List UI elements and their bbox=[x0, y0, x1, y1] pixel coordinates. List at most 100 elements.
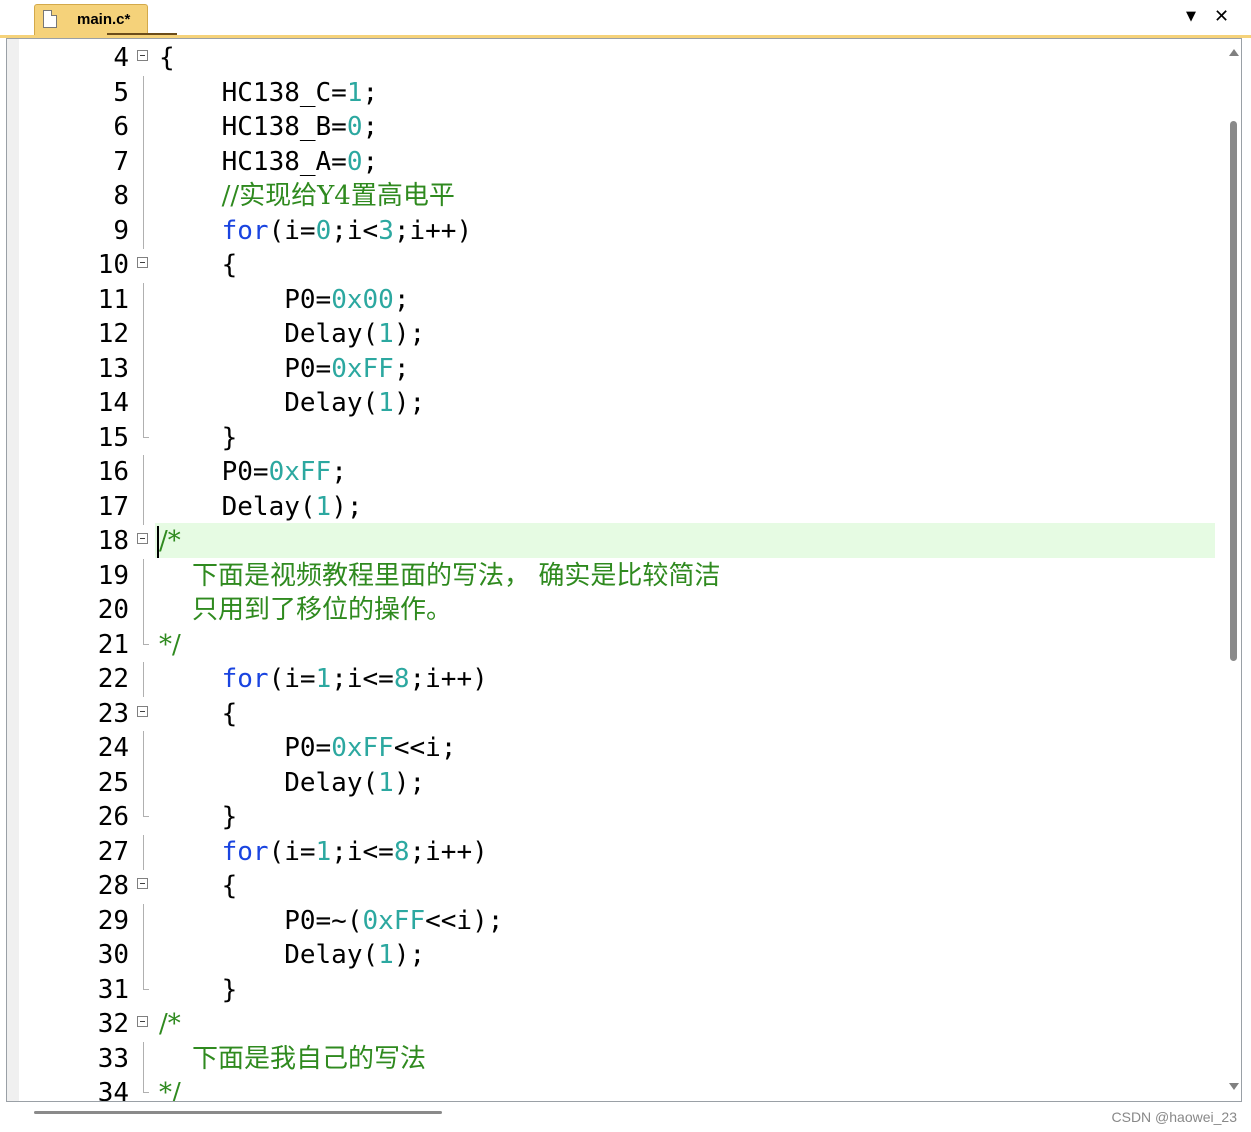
code-text[interactable]: for(i=0;i<3;i++) bbox=[159, 214, 473, 248]
code-line[interactable]: 13 P0=0xFF; bbox=[7, 351, 1217, 387]
code-text[interactable]: for(i=1;i<=8;i++) bbox=[159, 835, 488, 869]
code-text[interactable]: HC138_C=1; bbox=[159, 76, 379, 110]
fold-toggle-icon[interactable] bbox=[137, 705, 148, 717]
code-line[interactable]: 20 只用到了移位的操作。 bbox=[7, 593, 1217, 628]
code-line[interactable]: 10 { bbox=[7, 248, 1217, 282]
code-text[interactable]: Delay(1); bbox=[159, 490, 363, 524]
code-line[interactable]: 5 HC138_C=1; bbox=[7, 75, 1217, 111]
code-text[interactable]: HC138_A=0; bbox=[159, 145, 379, 179]
fold-end-marker bbox=[143, 800, 149, 817]
code-line[interactable]: 12 Delay(1); bbox=[7, 317, 1217, 352]
code-line[interactable]: 4{ bbox=[7, 41, 1217, 75]
code-line[interactable]: 34 */ bbox=[7, 1076, 1217, 1101]
line-number: 32 bbox=[97, 1009, 129, 1039]
code-line[interactable]: 22 for(i=1;i<=8;i++) bbox=[7, 662, 1217, 697]
code-line[interactable]: 7 HC138_A=0; bbox=[7, 144, 1217, 180]
code-line[interactable]: 15 } bbox=[7, 420, 1217, 455]
code-line[interactable]: 16 P0=0xFF; bbox=[7, 455, 1217, 490]
code-line[interactable]: 24 P0=0xFF<<i; bbox=[7, 731, 1217, 766]
code-line[interactable]: 17 Delay(1); bbox=[7, 489, 1217, 525]
line-number: 16 bbox=[97, 457, 129, 487]
code-text[interactable]: } bbox=[159, 800, 238, 834]
code-line[interactable]: 21 */ bbox=[7, 627, 1217, 662]
fold-toggle-icon[interactable] bbox=[137, 1016, 148, 1027]
scroll-up-icon[interactable] bbox=[1229, 49, 1239, 56]
code-text[interactable]: } bbox=[159, 421, 238, 455]
code-text[interactable]: 下面是我自己的写法 bbox=[159, 1042, 426, 1076]
file-tab[interactable]: main.c* bbox=[34, 4, 177, 35]
code-line[interactable]: 27 for(i=1;i<=8;i++) bbox=[7, 834, 1217, 870]
code-line[interactable]: 19 下面是视频教程里面的写法， 确实是比较简洁 bbox=[7, 558, 1217, 594]
code-line[interactable]: 14 Delay(1); bbox=[7, 386, 1217, 421]
code-line[interactable]: 11 P0=0x00; bbox=[7, 282, 1217, 318]
code-text[interactable]: */ bbox=[159, 1076, 181, 1101]
fold-guide bbox=[143, 213, 144, 249]
code-line[interactable]: 32 /* bbox=[7, 1007, 1217, 1041]
code-line[interactable]: 6 HC138_B=0; bbox=[7, 110, 1217, 145]
code-text[interactable]: { bbox=[159, 41, 175, 75]
code-text[interactable]: { bbox=[159, 869, 238, 903]
code-text[interactable]: P0=0xFF; bbox=[159, 352, 409, 386]
line-number: 6 bbox=[113, 112, 129, 142]
line-number: 10 bbox=[97, 250, 129, 280]
line-number: 9 bbox=[113, 215, 129, 246]
code-line[interactable]: 30 Delay(1); bbox=[7, 938, 1217, 973]
code-text[interactable]: P0=0xFF<<i; bbox=[159, 731, 456, 765]
line-number: 14 bbox=[97, 388, 129, 418]
code-text[interactable]: Delay(1); bbox=[159, 317, 425, 351]
code-text[interactable]: P0=~(0xFF<<i); bbox=[159, 904, 503, 938]
line-number: 13 bbox=[97, 353, 129, 384]
vertical-scroll-thumb[interactable] bbox=[1230, 121, 1237, 661]
code-line[interactable]: 26 } bbox=[7, 800, 1217, 834]
code-text[interactable]: /* bbox=[159, 1007, 181, 1041]
code-text[interactable]: P0=0x00; bbox=[159, 283, 409, 317]
code-line[interactable]: 31 } bbox=[7, 972, 1217, 1007]
close-icon[interactable]: ✕ bbox=[1214, 6, 1229, 27]
line-number: 8 bbox=[113, 181, 129, 211]
code-line[interactable]: 9 for(i=0;i<3;i++) bbox=[7, 213, 1217, 249]
line-number: 31 bbox=[97, 974, 129, 1005]
code-text[interactable]: Delay(1); bbox=[159, 766, 425, 800]
code-text[interactable]: */ bbox=[159, 628, 181, 662]
code-text[interactable]: { bbox=[159, 697, 238, 731]
current-line-highlight bbox=[155, 523, 1215, 558]
code-text[interactable]: HC138_B=0; bbox=[159, 110, 379, 144]
code-text[interactable]: //实现给Y4置高电平 bbox=[159, 179, 455, 213]
horizontal-scrollbar[interactable]: CSDN @haowei_23 bbox=[0, 1102, 1251, 1132]
scroll-down-icon[interactable] bbox=[1229, 1083, 1239, 1090]
code-text[interactable]: Delay(1); bbox=[159, 938, 425, 972]
code-line[interactable]: 8 //实现给Y4置高电平 bbox=[7, 179, 1217, 214]
fold-guide bbox=[143, 593, 144, 628]
watermark: CSDN @haowei_23 bbox=[1111, 1109, 1238, 1125]
chevron-down-icon[interactable]: ▼ bbox=[1186, 9, 1196, 24]
code-line[interactable]: 23 { bbox=[7, 697, 1217, 731]
code-editor[interactable]: 4{5 HC138_C=1; 6 HC138_B=0; 7 HC138_A=0; 8 … bbox=[6, 38, 1242, 1102]
fold-toggle-icon[interactable] bbox=[137, 257, 148, 268]
fold-toggle-icon[interactable] bbox=[137, 533, 148, 544]
horizontal-scroll-thumb[interactable] bbox=[34, 1111, 442, 1114]
fold-guide bbox=[143, 558, 144, 594]
line-number: 29 bbox=[97, 905, 129, 936]
code-text[interactable]: /* bbox=[159, 524, 181, 558]
code-line[interactable]: 25 Delay(1); bbox=[7, 765, 1217, 801]
code-text[interactable]: 下面是视频教程里面的写法， 确实是比较简洁 bbox=[159, 559, 720, 593]
fold-toggle-icon[interactable] bbox=[137, 50, 148, 61]
code-text[interactable]: 只用到了移位的操作。 bbox=[159, 593, 452, 627]
code-line[interactable]: 18 /* bbox=[7, 523, 1217, 558]
code-line[interactable]: 29 P0=~(0xFF<<i); bbox=[7, 903, 1217, 939]
vertical-scrollbar[interactable] bbox=[1227, 39, 1241, 1101]
fold-guide bbox=[143, 386, 144, 421]
line-number: 20 bbox=[97, 595, 129, 625]
fold-end-marker bbox=[143, 627, 149, 645]
code-line[interactable]: 33 下面是我自己的写法 bbox=[7, 1041, 1217, 1077]
code-text[interactable]: Delay(1); bbox=[159, 386, 425, 420]
code-line[interactable]: 28 { bbox=[7, 869, 1217, 903]
code-text[interactable]: P0=0xFF; bbox=[159, 455, 347, 489]
code-text[interactable]: } bbox=[159, 973, 238, 1007]
code-text[interactable]: for(i=1;i<=8;i++) bbox=[159, 662, 488, 696]
fold-guide bbox=[143, 903, 144, 939]
line-number: 22 bbox=[97, 664, 129, 694]
fold-toggle-icon[interactable] bbox=[137, 878, 148, 889]
code-text[interactable]: { bbox=[159, 248, 238, 282]
code-area[interactable]: 4{5 HC138_C=1; 6 HC138_B=0; 7 HC138_A=0; 8 … bbox=[7, 39, 1227, 1101]
